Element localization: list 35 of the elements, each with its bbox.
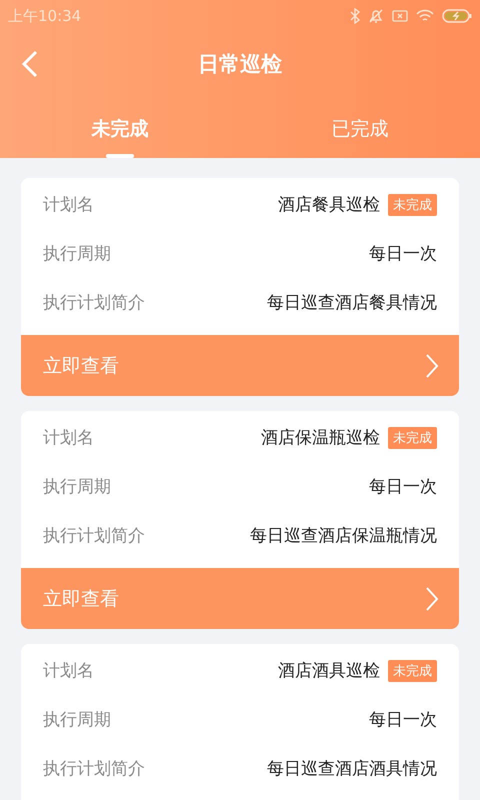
view-button[interactable]: 立即查看 (21, 335, 459, 396)
wifi-icon (416, 9, 434, 23)
field-label: 执行计划简介 (43, 758, 145, 780)
muted-bell-icon (368, 8, 384, 24)
bluetooth-icon (350, 8, 360, 24)
status-badge: 未完成 (388, 194, 437, 216)
sim-icon (392, 9, 408, 23)
field-label: 计划名 (43, 194, 94, 216)
field-value: 酒店酒具巡检 (278, 660, 380, 682)
field-label: 执行周期 (43, 243, 111, 265)
field-value: 每日一次 (369, 709, 437, 731)
field-label: 计划名 (43, 660, 94, 682)
chevron-right-icon (425, 352, 439, 378)
field-label: 执行周期 (43, 476, 111, 498)
chevron-right-icon (425, 586, 439, 612)
page-title: 日常巡检 (198, 51, 282, 78)
field-label: 计划名 (43, 427, 94, 449)
field-label: 执行周期 (43, 709, 111, 731)
status-badge: 未完成 (388, 426, 437, 448)
view-button[interactable]: 立即查看 (21, 568, 459, 629)
status-badge: 未完成 (388, 660, 437, 682)
field-value: 每日巡查酒店保温瓶情况 (250, 525, 437, 547)
field-value: 每日一次 (369, 243, 437, 265)
back-icon[interactable] (20, 49, 40, 79)
field-value: 每日巡查酒店餐具情况 (267, 292, 437, 314)
field-value: 酒店保温瓶巡检 (261, 427, 380, 449)
battery-icon (442, 9, 472, 23)
tab[interactable]: 已完成 (240, 96, 480, 158)
field-value: 每日一次 (369, 476, 437, 498)
field-value: 酒店餐具巡检 (278, 194, 380, 216)
field-label: 执行计划简介 (43, 292, 145, 314)
tab[interactable]: 未完成 (0, 96, 240, 158)
field-value: 每日巡查酒店酒具情况 (267, 758, 437, 780)
status-time: 上午10:34 (8, 6, 82, 26)
field-label: 执行计划简介 (43, 525, 145, 547)
